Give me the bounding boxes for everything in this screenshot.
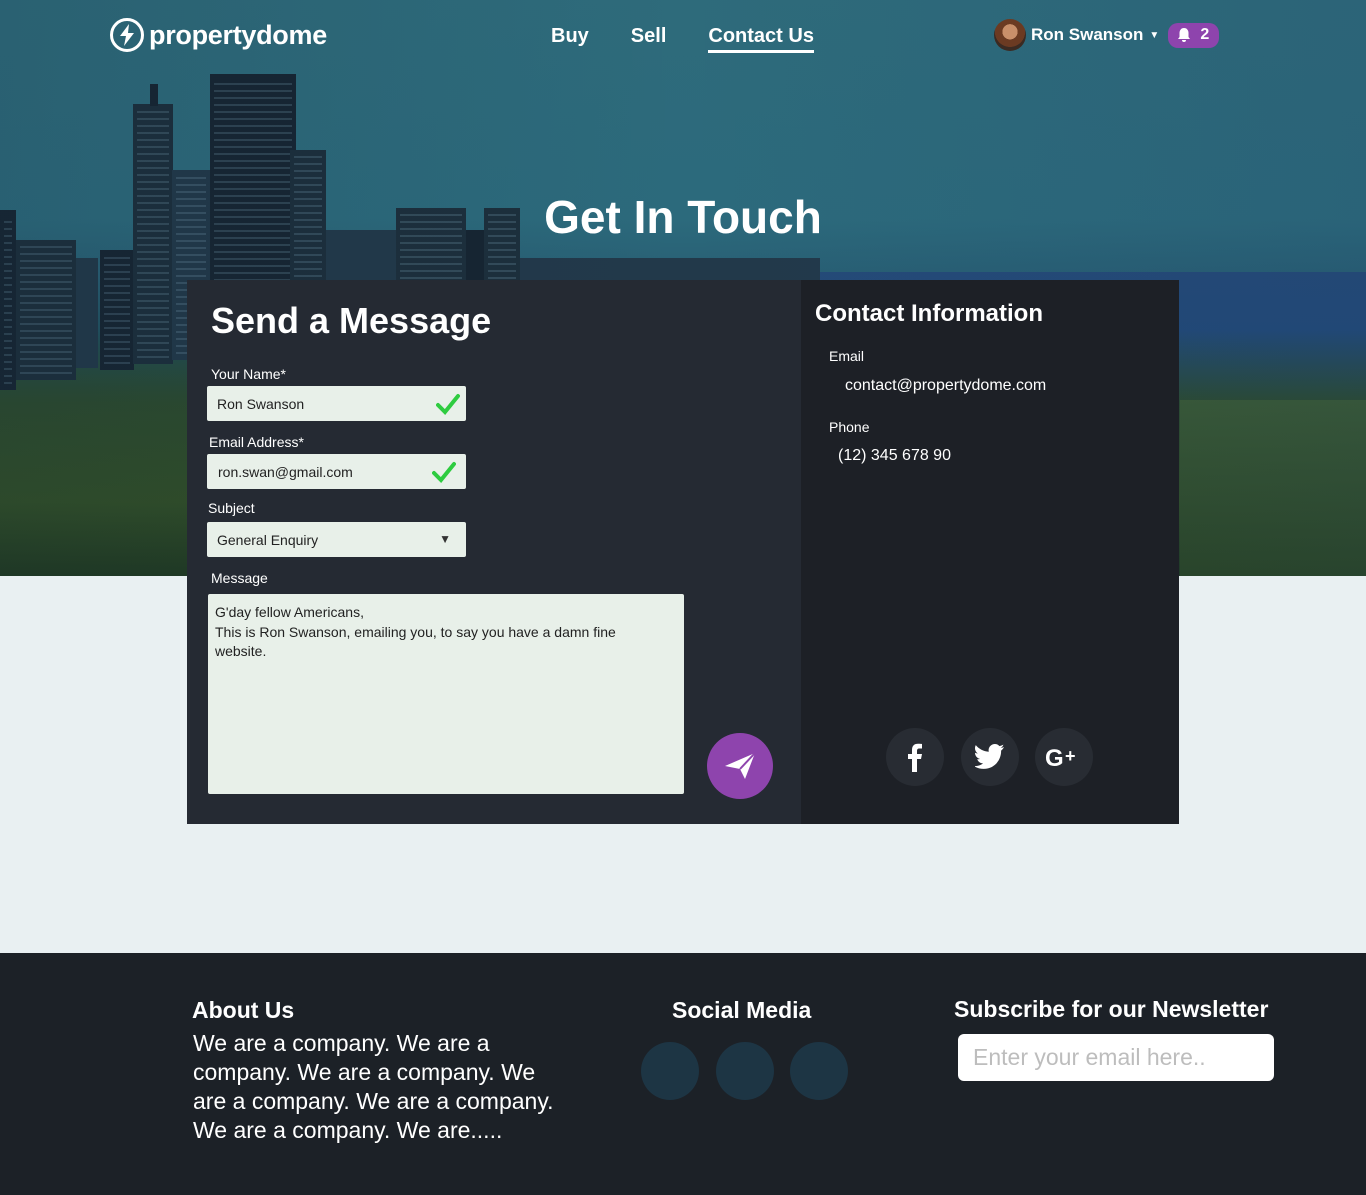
notification-count: 2 bbox=[1200, 26, 1210, 43]
checkmark-icon bbox=[436, 394, 460, 415]
nav-link-buy[interactable]: Buy bbox=[551, 25, 589, 53]
name-field[interactable]: Ron Swanson bbox=[207, 386, 466, 421]
email-value: ron.swan@gmail.com bbox=[218, 463, 353, 480]
subject-label: Subject bbox=[208, 500, 255, 516]
logo-text: propertydome bbox=[149, 19, 327, 50]
contact-email-value[interactable]: contact@propertydome.com bbox=[845, 377, 1046, 395]
lightning-bolt-icon bbox=[110, 18, 144, 52]
facebook-icon bbox=[908, 743, 922, 772]
contact-info-card: Contact Information Email contact@proper… bbox=[801, 280, 1179, 824]
chevron-down-icon: ▼ bbox=[1149, 29, 1160, 41]
subject-select[interactable]: General Enquiry ▼ bbox=[207, 522, 466, 557]
name-value: Ron Swanson bbox=[217, 395, 305, 412]
logo[interactable]: propertydome bbox=[110, 18, 327, 52]
contact-phone-value[interactable]: (12) 345 678 90 bbox=[838, 447, 951, 465]
nav-link-sell[interactable]: Sell bbox=[631, 25, 667, 53]
footer: About Us We are a company. We are a comp… bbox=[0, 953, 1366, 1195]
subject-value: General Enquiry bbox=[217, 531, 319, 548]
contact-info-title: Contact Information bbox=[815, 300, 1043, 327]
notification-badge[interactable]: 2 bbox=[1168, 22, 1220, 48]
footer-social-button[interactable] bbox=[641, 1042, 699, 1100]
google-plus-icon: G + bbox=[1045, 745, 1076, 769]
message-label: Message bbox=[211, 570, 268, 586]
email-label: Email Address* bbox=[209, 434, 304, 450]
page-title: Get In Touch bbox=[544, 191, 822, 243]
footer-about-text: We are a company. We are a company. We a… bbox=[193, 1030, 554, 1143]
footer-social-button[interactable] bbox=[716, 1042, 774, 1100]
twitter-button[interactable] bbox=[961, 728, 1019, 786]
paper-plane-icon bbox=[725, 752, 756, 779]
google-plus-button[interactable]: G + bbox=[1035, 728, 1093, 786]
contact-email-label: Email bbox=[829, 348, 865, 364]
footer-about-title: About Us bbox=[192, 997, 295, 1023]
checkmark-icon bbox=[432, 462, 456, 483]
user-menu[interactable]: Ron Swanson ▼ 2 bbox=[994, 19, 1220, 51]
newsletter-email-input[interactable]: Enter your email here.. bbox=[958, 1034, 1274, 1081]
name-label: Your Name* bbox=[211, 366, 286, 382]
avatar bbox=[994, 19, 1026, 51]
facebook-button[interactable] bbox=[886, 728, 944, 786]
form-title: Send a Message bbox=[211, 300, 492, 341]
send-button[interactable] bbox=[707, 733, 773, 799]
twitter-icon bbox=[975, 744, 1004, 769]
dropdown-arrow-icon: ▼ bbox=[439, 532, 451, 546]
nav-links: Buy Sell Contact Us bbox=[551, 25, 856, 53]
message-textarea[interactable]: G'day fellow Americans, This is Ron Swan… bbox=[208, 594, 684, 794]
footer-social-title: Social Media bbox=[672, 997, 812, 1023]
message-form-card: Send a Message Your Name* Ron Swanson Em… bbox=[187, 280, 801, 824]
footer-social-button[interactable] bbox=[790, 1042, 848, 1100]
user-name: Ron Swanson bbox=[1031, 25, 1144, 44]
bell-icon bbox=[1178, 28, 1191, 42]
svg-text:+: + bbox=[1065, 746, 1076, 766]
footer-newsletter-title: Subscribe for our Newsletter bbox=[954, 996, 1269, 1022]
nav-link-contact-us[interactable]: Contact Us bbox=[708, 25, 814, 53]
email-field[interactable]: ron.swan@gmail.com bbox=[207, 454, 466, 489]
top-navbar: propertydome Buy Sell Contact Us Ron Swa… bbox=[0, 0, 1366, 72]
contact-phone-label: Phone bbox=[829, 419, 870, 435]
svg-text:G: G bbox=[1045, 745, 1064, 769]
